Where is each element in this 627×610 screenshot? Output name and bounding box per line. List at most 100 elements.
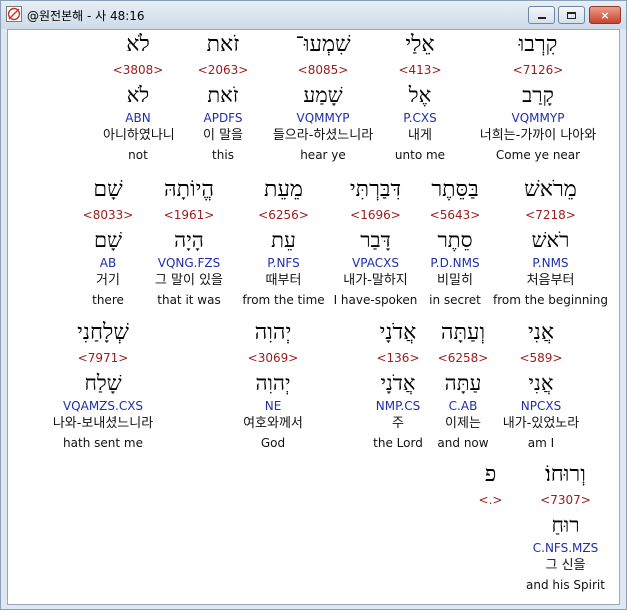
morphology-code: AB xyxy=(99,256,117,270)
word-block[interactable]: אֵלַי <413> אֶל P.CXS 내게 unto me xyxy=(390,32,450,172)
korean-translation: 이제는 xyxy=(445,416,481,431)
english-gloss: hath sent me xyxy=(63,436,143,450)
english-gloss: I have-spoken xyxy=(333,293,418,307)
english-gloss: Come ye near xyxy=(495,148,581,162)
korean-translation: 이 말을 xyxy=(202,128,243,143)
word-block[interactable]: פ <.> xyxy=(478,462,503,602)
english-gloss: the Lord xyxy=(373,436,423,450)
strong-number[interactable]: <413> xyxy=(390,63,450,77)
hebrew-word: שִׁמְעוּ־ xyxy=(295,32,351,57)
english-gloss: God xyxy=(260,436,286,450)
morphology-code: NE xyxy=(264,399,282,413)
strong-number[interactable]: <6256> xyxy=(236,208,331,222)
minimize-button[interactable] xyxy=(528,6,555,24)
minimize-icon xyxy=(537,17,546,19)
korean-translation: 나와-보내셨느니라 xyxy=(52,416,154,431)
english-gloss: from the time xyxy=(242,293,325,307)
strong-number[interactable]: <8085> xyxy=(263,63,383,77)
word-block[interactable]: וְעַתָּה <6258> עַתָּה C.AB 이제는 and now xyxy=(433,320,493,460)
english-gloss: in secret xyxy=(429,293,481,307)
morphology-code: P.CXS xyxy=(403,111,437,125)
strong-number[interactable]: <7971> xyxy=(38,351,168,365)
strong-number[interactable]: <7126> xyxy=(455,63,619,77)
word-block[interactable]: דִּבַּרְתִּי <1696> דָּבַר VPACXS 내가-말하지 I ha… xyxy=(333,177,418,317)
morphology-code: VQMMYP xyxy=(511,111,565,125)
morphology-code: VPACXS xyxy=(352,256,399,270)
korean-translation: 아니하였나니 xyxy=(103,128,175,143)
hebrew-word: יְהוִה xyxy=(254,320,292,345)
hebrew-word: הֱיוֹתָהּ xyxy=(163,177,215,202)
root-word: לֹא xyxy=(126,83,150,107)
word-block[interactable]: שְׁלָחַנִי <7971> שָׁלַח VQAMZS.CXS 나와-보내셨느니… xyxy=(38,320,168,460)
word-block[interactable]: הֱיוֹתָהּ <1961> הָיָה VQNG.FZS 그 말이 있을 that … xyxy=(148,177,230,317)
word-block[interactable]: בַּסֵּתֶר <5643> סֵתֶר P.D.NMS 비밀히 in secret xyxy=(420,177,490,317)
strong-number[interactable]: <7307> xyxy=(518,493,613,507)
morphology-code: P.D.NMS xyxy=(430,256,480,270)
korean-translation: 내가-있었노라 xyxy=(502,416,580,431)
hebrew-word: מֵרֹאשׁ xyxy=(524,177,577,202)
strong-number[interactable]: <3808> xyxy=(103,63,173,77)
word-block[interactable]: זֹאת <2063> זֹאת APDFS 이 말을 this xyxy=(193,32,253,172)
root-word: עַתָּה xyxy=(444,371,482,395)
korean-translation: 비밀히 xyxy=(437,273,473,288)
hebrew-word: וְרוּחוֹ׃ xyxy=(545,462,586,487)
title-bar[interactable]: @원전본해 - 사 48:16 × xyxy=(1,1,626,29)
hebrew-word: אֵלַי xyxy=(405,32,435,57)
word-block[interactable]: מֵעֵת <6256> עֵת P.NFS 때부터 from the time xyxy=(236,177,331,317)
english-gloss: there xyxy=(92,293,124,307)
word-block[interactable]: מֵרֹאשׁ <7218> רֹאשׁ P.NMS 처음부터 from the begi… xyxy=(493,177,608,317)
morphology-code: P.NMS xyxy=(532,256,569,270)
root-word: דָּבַר xyxy=(360,228,391,252)
root-word: זֹאת xyxy=(207,83,239,107)
hebrew-word: אֲדֹנָי xyxy=(379,320,417,345)
root-word: סֵתֶר xyxy=(437,228,473,252)
strong-number[interactable]: <5643> xyxy=(420,208,490,222)
root-word: אֲנִי xyxy=(528,371,554,395)
morphology-code: C.NFS.MZS xyxy=(532,541,599,555)
morphology-code: C.AB xyxy=(448,399,478,413)
strong-number[interactable]: <589> xyxy=(501,351,581,365)
english-gloss: that it was xyxy=(157,293,221,307)
strong-number[interactable]: <1696> xyxy=(333,208,418,222)
strong-number[interactable]: <.> xyxy=(478,493,503,507)
korean-translation: 내가-말하지 xyxy=(343,273,408,288)
korean-translation: 들으라-하셨느니라 xyxy=(272,128,374,143)
close-icon: × xyxy=(600,8,610,22)
english-gloss: am I xyxy=(527,436,555,450)
word-block[interactable]: יְהוִה <3069> יְהוִה NE 여호와께서 God xyxy=(233,320,313,460)
close-button[interactable]: × xyxy=(589,6,621,24)
morphology-code: P.NFS xyxy=(267,256,300,270)
english-gloss: this xyxy=(212,148,234,162)
strong-number[interactable]: <136> xyxy=(368,351,428,365)
strong-number[interactable]: <8033> xyxy=(78,208,138,222)
morphology-code: ABN xyxy=(125,111,151,125)
hebrew-word: לֹא xyxy=(126,32,150,57)
root-word: עֵת xyxy=(271,228,296,252)
root-word: שָׁם xyxy=(94,228,122,252)
hebrew-word: וְעַתָּה xyxy=(440,320,486,345)
strong-number[interactable]: <2063> xyxy=(193,63,253,77)
strong-number[interactable]: <6258> xyxy=(433,351,493,365)
root-word: יְהוִה xyxy=(255,371,291,395)
word-block[interactable]: לֹא <3808> לֹא ABN 아니하였나니 not xyxy=(103,32,175,172)
korean-translation: 거기 xyxy=(96,273,120,288)
app-logo-icon xyxy=(6,6,22,22)
strong-number[interactable]: <7218> xyxy=(493,208,608,222)
english-gloss: from the beginning xyxy=(493,293,608,307)
word-block[interactable]: קִרְבוּ <7126> קָרַב VQMMYP 너희는-가까이 나아와 Come … xyxy=(455,32,619,172)
hebrew-word: פ xyxy=(484,462,497,487)
root-word: אֶל xyxy=(408,83,432,107)
maximize-button[interactable] xyxy=(558,6,585,24)
word-block[interactable]: אֲנִי <589> אֲנִי NPCXS 내가-있었노라 am I xyxy=(501,320,581,460)
word-block[interactable]: שִׁמְעוּ־ <8085> שָׁמַע VQMMYP 들으라-하셨느니라 hear… xyxy=(263,32,383,172)
word-block[interactable]: שָׁם <8033> שָׁם AB 거기 there xyxy=(78,177,138,317)
english-gloss: not xyxy=(128,148,148,162)
strong-number[interactable]: <3069> xyxy=(233,351,313,365)
hebrew-word: שְׁלָחַנִי xyxy=(77,320,129,345)
strong-number[interactable]: <1961> xyxy=(148,208,230,222)
word-block[interactable]: וְרוּחוֹ׃ <7307> רוּחַ C.NFS.MZS 그 신을 and his… xyxy=(518,462,613,602)
english-gloss: hear ye xyxy=(300,148,346,162)
word-block[interactable]: אֲדֹנָי <136> אֲדֹנָי NMP.CS 주 the Lord xyxy=(368,320,428,460)
morphology-code: VQMMYP xyxy=(296,111,350,125)
window-title: @원전본해 - 사 48:16 xyxy=(27,9,145,23)
